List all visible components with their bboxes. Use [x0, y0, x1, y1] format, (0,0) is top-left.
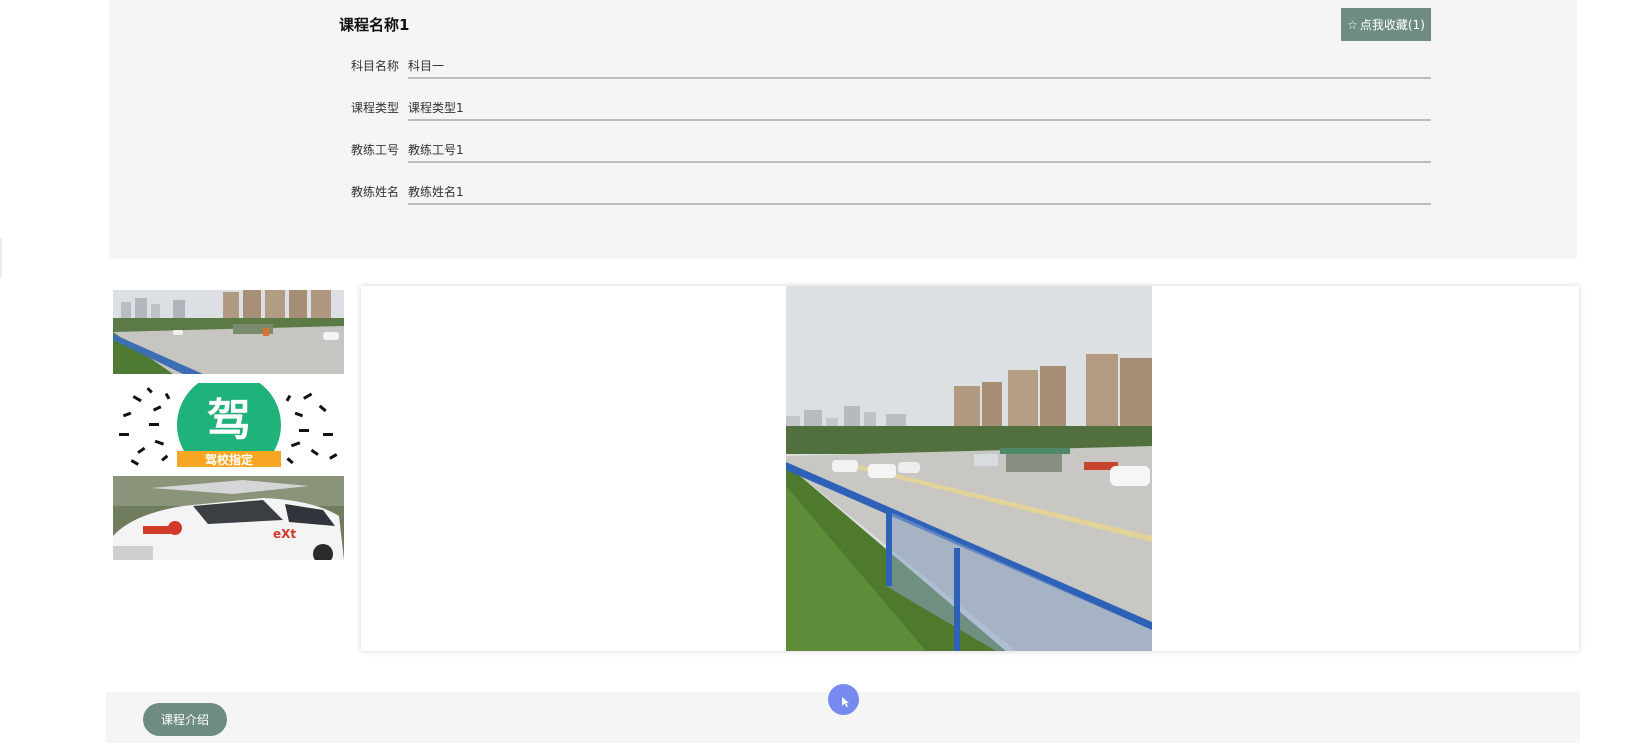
thumbnail-jia-logo[interactable]: 驾 驾校指定: [113, 383, 344, 467]
thumbnail-training-car[interactable]: eXt: [113, 476, 344, 560]
jia-glyph: 驾: [207, 395, 251, 446]
field-course-type: 课程类型 课程类型1: [339, 96, 1431, 124]
field-value: 课程类型1: [408, 96, 1431, 121]
cursor-indicator: [828, 684, 859, 715]
jia-logo-image: 驾 驾校指定: [113, 383, 344, 467]
favorite-button-label: 点我收藏(1): [1359, 18, 1425, 32]
star-outline-icon: ☆: [1347, 17, 1358, 32]
tab-course-intro[interactable]: 课程介绍: [143, 703, 227, 736]
cursor-arrow-icon: [842, 697, 849, 707]
course-title: 课程名称1: [339, 16, 410, 34]
thumbnail-driving-range[interactable]: [113, 290, 344, 374]
field-label: 教练工号: [350, 143, 399, 157]
field-subject: 科目名称 科目一: [339, 54, 1431, 82]
car-plate-text: eXt: [273, 527, 296, 541]
field-label: 教练姓名: [350, 185, 399, 199]
field-value: 教练工号1: [408, 138, 1431, 163]
jia-caption: 驾校指定: [204, 452, 253, 467]
field-value: 科目一: [408, 54, 1431, 79]
main-image-viewer: [361, 286, 1579, 651]
main-image-driving-range[interactable]: [786, 286, 1152, 651]
thumbnail-list: 驾 驾校指定 eXt: [113, 290, 344, 569]
field-label: 课程类型: [350, 101, 399, 115]
field-value: 教练姓名1: [408, 180, 1431, 205]
training-car-image: eXt: [113, 476, 344, 560]
field-coach-id: 教练工号 教练工号1: [339, 138, 1431, 166]
driving-range-main-image: [786, 286, 1152, 651]
field-label: 科目名称: [350, 59, 399, 73]
edge-marker: [0, 238, 2, 278]
field-coach-name: 教练姓名 教练姓名1: [339, 180, 1431, 208]
driving-range-thumb-image: [113, 290, 344, 374]
favorite-button[interactable]: ☆ 点我收藏(1): [1341, 8, 1431, 41]
